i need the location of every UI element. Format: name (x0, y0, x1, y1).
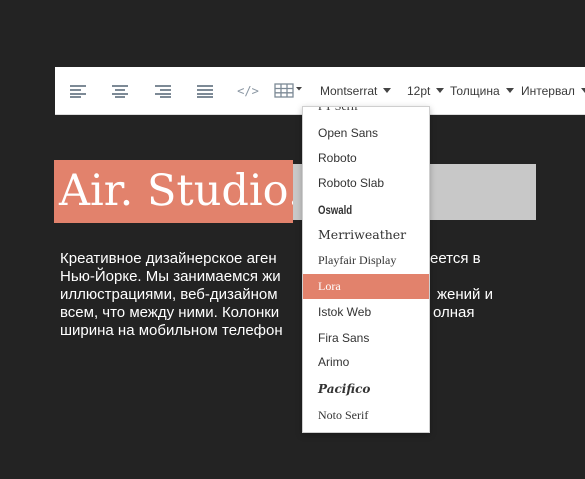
align-justify-icon[interactable] (194, 67, 216, 114)
font-option-open-sans[interactable]: Open Sans (303, 120, 429, 145)
font-option-fira-sans[interactable]: Fira Sans (303, 325, 429, 350)
hero-line: Креативное дизайнерское аген еется в (60, 250, 481, 267)
font-weight-select[interactable]: Толщина (450, 67, 514, 114)
font-option-playfair-display[interactable]: Playfair Display (303, 248, 429, 273)
hero-line: всем, что между ними. Колонки олная (60, 304, 475, 321)
font-weight-value: Толщина (450, 83, 500, 98)
font-option-roboto-slab[interactable]: Roboto Slab (303, 170, 429, 195)
spacing-value: Интервал (521, 83, 575, 98)
align-center-icon[interactable] (109, 67, 131, 114)
font-option-noto-serif[interactable]: Noto Serif (303, 403, 429, 428)
font-family-value: Montserrat (320, 83, 378, 98)
font-option-pacifico[interactable]: Pacifico (303, 376, 429, 401)
font-option-arimo[interactable]: Arimo (303, 349, 429, 374)
chevron-down-icon (436, 88, 445, 93)
align-right-icon[interactable] (152, 67, 174, 114)
font-option-merriweather[interactable]: Merriweather (303, 222, 429, 247)
chevron-down-icon (580, 88, 585, 93)
font-family-dropdown[interactable]: PT Serif Open Sans Roboto Roboto Slab Os… (302, 106, 430, 433)
code-icon: </> (237, 83, 259, 98)
font-option-pt-serif[interactable]: PT Serif (303, 107, 429, 119)
font-option-istok-web[interactable]: Istok Web (303, 299, 429, 324)
hero-title[interactable]: Air. Studio. (54, 160, 293, 223)
font-option-oswald[interactable]: Oswald (303, 197, 429, 222)
table-button[interactable] (273, 67, 305, 114)
hero-line: Нью-Йорке. Мы занимаемся жи (60, 268, 281, 285)
chevron-down-icon (383, 88, 392, 93)
hero-line: иллюстрациями, веб-дизайном жений и (60, 286, 493, 303)
font-size-value: 12pt (407, 83, 431, 98)
hero-paragraph[interactable]: Креативное дизайнерское аген еется в Нью-… (60, 250, 510, 340)
font-option-roboto[interactable]: Roboto (303, 145, 429, 170)
align-left-icon[interactable] (67, 67, 89, 114)
font-option-lora[interactable]: Lora (303, 274, 429, 299)
spacing-select[interactable]: Интервал (521, 67, 585, 114)
chevron-down-icon (505, 88, 514, 93)
hero-line: ширина на мобильном телефон (60, 322, 283, 339)
table-icon (274, 82, 302, 98)
code-view-button[interactable]: </> (235, 67, 261, 114)
